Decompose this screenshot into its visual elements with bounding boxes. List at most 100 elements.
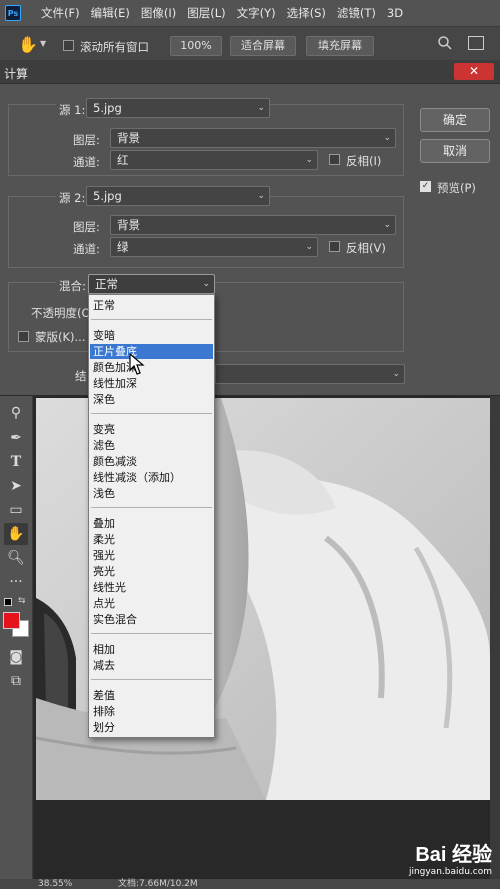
source2-invert-checkbox[interactable] [329, 241, 340, 252]
source1-file-value: 5.jpg [93, 101, 122, 115]
blend-mode-option[interactable]: 减去 [90, 658, 213, 673]
blend-mode-option[interactable]: 线性减淡（添加） [90, 470, 213, 485]
blend-mode-option[interactable]: 变亮 [90, 422, 213, 437]
mask-checkbox[interactable] [18, 331, 29, 342]
menu-select[interactable]: 选择(S) [287, 5, 326, 21]
menu-image[interactable]: 图像(I) [141, 5, 176, 21]
source1-channel-value: 红 [117, 153, 129, 167]
type-tool-icon[interactable]: T [4, 451, 28, 473]
blend-mode-option[interactable]: 变暗 [90, 328, 213, 343]
foreground-color-swatch[interactable] [3, 612, 20, 629]
menu-divider [91, 413, 212, 414]
source1-channel-label: 通道: [73, 155, 100, 169]
status-bar: 38.55% 文档:7.66M/10.2M [0, 879, 500, 889]
result-select[interactable]: ⌄ [215, 364, 405, 384]
opacity-label: 不透明度(O) [31, 306, 96, 320]
blend-mode-option[interactable]: 线性光 [90, 580, 213, 595]
source2-layer-label: 图层: [73, 220, 100, 234]
menu-divider [91, 633, 212, 634]
quick-mask-icon[interactable]: ◙ [4, 646, 28, 668]
source1-layer-value: 背景 [117, 131, 140, 145]
cancel-button[interactable]: 取消 [420, 139, 490, 163]
blend-label: 混合: [56, 278, 89, 294]
blend-mode-select[interactable]: 正常 ⌄ [88, 274, 215, 294]
fill-screen-button[interactable]: 填充屏幕 [306, 36, 374, 56]
blend-mode-option[interactable]: 差值 [90, 688, 213, 703]
zoom-tool-icon[interactable]: ⚲ [4, 402, 28, 424]
source1-layer-select[interactable]: 背景 ⌄ [110, 128, 396, 148]
blend-mode-option[interactable]: 滤色 [90, 438, 213, 453]
dialog-titlebar[interactable]: 计算 ✕ [0, 60, 500, 84]
chevron-down-icon: ⌄ [392, 369, 400, 379]
blend-mode-option[interactable]: 排除 [90, 704, 213, 719]
source2-label: 源 2: [56, 190, 89, 206]
menu-layer[interactable]: 图层(L) [187, 5, 225, 21]
swap-colors-icon[interactable]: ⇆ [18, 596, 26, 606]
photoshop-logo: Ps [5, 5, 21, 21]
blend-mode-option-highlighted[interactable]: 正片叠底 [90, 344, 213, 359]
blend-mode-option[interactable]: 亮光 [90, 564, 213, 579]
baidu-watermark: Bai 经验 jingyan.baidu.com [409, 838, 492, 877]
zoom-tool-icon[interactable]: 🔍︎ [4, 547, 28, 569]
source2-file-value: 5.jpg [93, 189, 122, 203]
more-tools-icon[interactable]: ··· [4, 571, 28, 593]
workspace-icon[interactable] [468, 36, 484, 50]
zoom-100-button[interactable]: 100% [170, 36, 222, 56]
path-select-tool-icon[interactable]: ➤ [4, 475, 28, 497]
blend-mode-option[interactable]: 点光 [90, 596, 213, 611]
menu-3d[interactable]: 3D [387, 6, 403, 20]
blend-mode-option[interactable]: 颜色加深 [90, 360, 213, 375]
menu-file[interactable]: 文件(F) [41, 5, 80, 21]
rectangle-tool-icon[interactable]: ▭ [4, 499, 28, 521]
search-icon[interactable] [437, 35, 453, 51]
calculations-dialog: 计算 ✕ 源 1: 5.jpg ⌄ 图层: 背景 ⌄ 通道: 红 ⌄ 反相(I) 源 … [0, 60, 500, 396]
blend-mode-option[interactable]: 相加 [90, 642, 213, 657]
blend-mode-value: 正常 [95, 277, 118, 291]
blend-mode-option[interactable]: 正常 [90, 298, 213, 313]
tools-panel: ⚲ ✒ T ➤ ▭ ✋ 🔍︎ ··· ⇆ ◙ ⧉ [0, 396, 33, 879]
blend-mode-option[interactable]: 叠加 [90, 516, 213, 531]
hand-tool-icon[interactable]: ✋ [4, 523, 28, 545]
ok-button[interactable]: 确定 [420, 108, 490, 132]
blend-mode-option[interactable]: 强光 [90, 548, 213, 563]
menu-edit[interactable]: 编辑(E) [91, 5, 130, 21]
result-label: 结 [75, 369, 87, 383]
menu-divider [91, 507, 212, 508]
blend-mode-option[interactable]: 浅色 [90, 486, 213, 501]
screen-mode-icon[interactable]: ⧉ [4, 670, 28, 692]
hand-cursor-icon [126, 352, 146, 381]
chevron-down-icon: ⌄ [202, 279, 210, 289]
blend-mode-option[interactable]: 划分 [90, 720, 213, 735]
source1-invert-label: 反相(I) [346, 154, 382, 168]
source1-invert-checkbox[interactable] [329, 154, 340, 165]
menu-divider [91, 319, 212, 320]
source2-channel-select[interactable]: 绿 ⌄ [110, 237, 318, 257]
scroll-all-windows-checkbox[interactable] [63, 40, 74, 51]
blend-mode-option[interactable]: 深色 [90, 392, 213, 407]
source2-file-select[interactable]: 5.jpg ⌄ [86, 186, 270, 206]
blend-mode-dropdown: 正常 变暗 正片叠底 颜色加深 线性加深 深色 变亮 滤色 颜色减淡 线性减淡（… [88, 294, 215, 738]
close-button[interactable]: ✕ [454, 63, 494, 80]
blend-mode-option[interactable]: 柔光 [90, 532, 213, 547]
menu-divider [91, 679, 212, 680]
preview-checkbox[interactable]: ✓ [420, 181, 431, 192]
preview-label: 预览(P) [437, 181, 476, 195]
chevron-down-icon[interactable]: ▼ [40, 39, 46, 48]
source2-layer-select[interactable]: 背景 ⌄ [110, 215, 396, 235]
fit-screen-button[interactable]: 适合屏幕 [230, 36, 296, 56]
blend-mode-option[interactable]: 颜色减淡 [90, 454, 213, 469]
pen-tool-icon[interactable]: ✒ [4, 427, 28, 449]
source2-layer-value: 背景 [117, 218, 140, 232]
source1-file-select[interactable]: 5.jpg ⌄ [86, 98, 270, 118]
default-colors-icon[interactable] [4, 598, 12, 606]
source1-channel-select[interactable]: 红 ⌄ [110, 150, 318, 170]
baidu-logo: Bai 经验 [415, 844, 492, 866]
blend-mode-option[interactable]: 线性加深 [90, 376, 213, 391]
menu-filter[interactable]: 滤镜(T) [337, 5, 376, 21]
menu-type[interactable]: 文字(Y) [237, 5, 276, 21]
chevron-down-icon: ⌄ [305, 242, 313, 252]
vertical-scrollbar[interactable] [490, 396, 500, 879]
dialog-title: 计算 [4, 67, 29, 81]
hand-tool-icon[interactable]: ✋ [18, 35, 38, 54]
blend-mode-option[interactable]: 实色混合 [90, 612, 213, 627]
